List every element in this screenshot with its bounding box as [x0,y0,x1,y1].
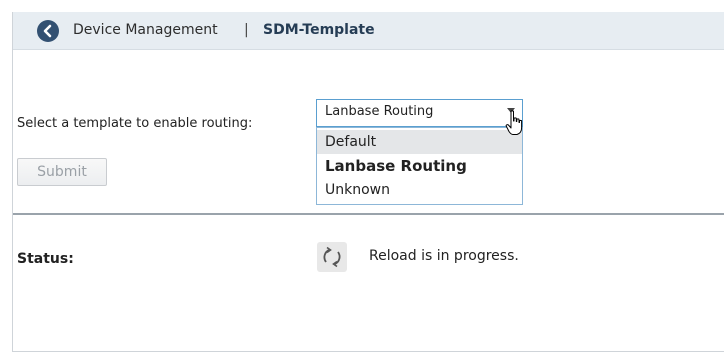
hand-pointer-icon [505,110,525,140]
breadcrumb-device-management[interactable]: Device Management [73,22,218,38]
page-title: SDM-Template [263,22,375,38]
status-label: Status: [17,251,74,267]
breadcrumb-separator: | [244,22,249,38]
sdm-template-panel: Device Management | SDM-Template Select … [12,12,724,352]
template-select-value: Lanbase Routing [325,104,434,119]
option-default[interactable]: Default [317,130,522,154]
page-header: Device Management | SDM-Template [13,12,724,50]
status-text: Reload is in progress. [369,248,519,264]
option-unknown[interactable]: Unknown [317,178,522,202]
option-lanbase-routing[interactable]: Lanbase Routing [317,154,522,178]
template-dropdown-list: Default Lanbase Routing Unknown [316,127,523,205]
template-select[interactable]: Lanbase Routing [316,99,523,127]
template-select-label: Select a template to enable routing: [17,116,253,131]
submit-button[interactable]: Submit [17,158,107,186]
section-divider [13,213,724,215]
chevron-left-circle-icon [43,24,52,38]
refresh-icon [317,242,347,272]
back-button[interactable] [37,20,59,42]
